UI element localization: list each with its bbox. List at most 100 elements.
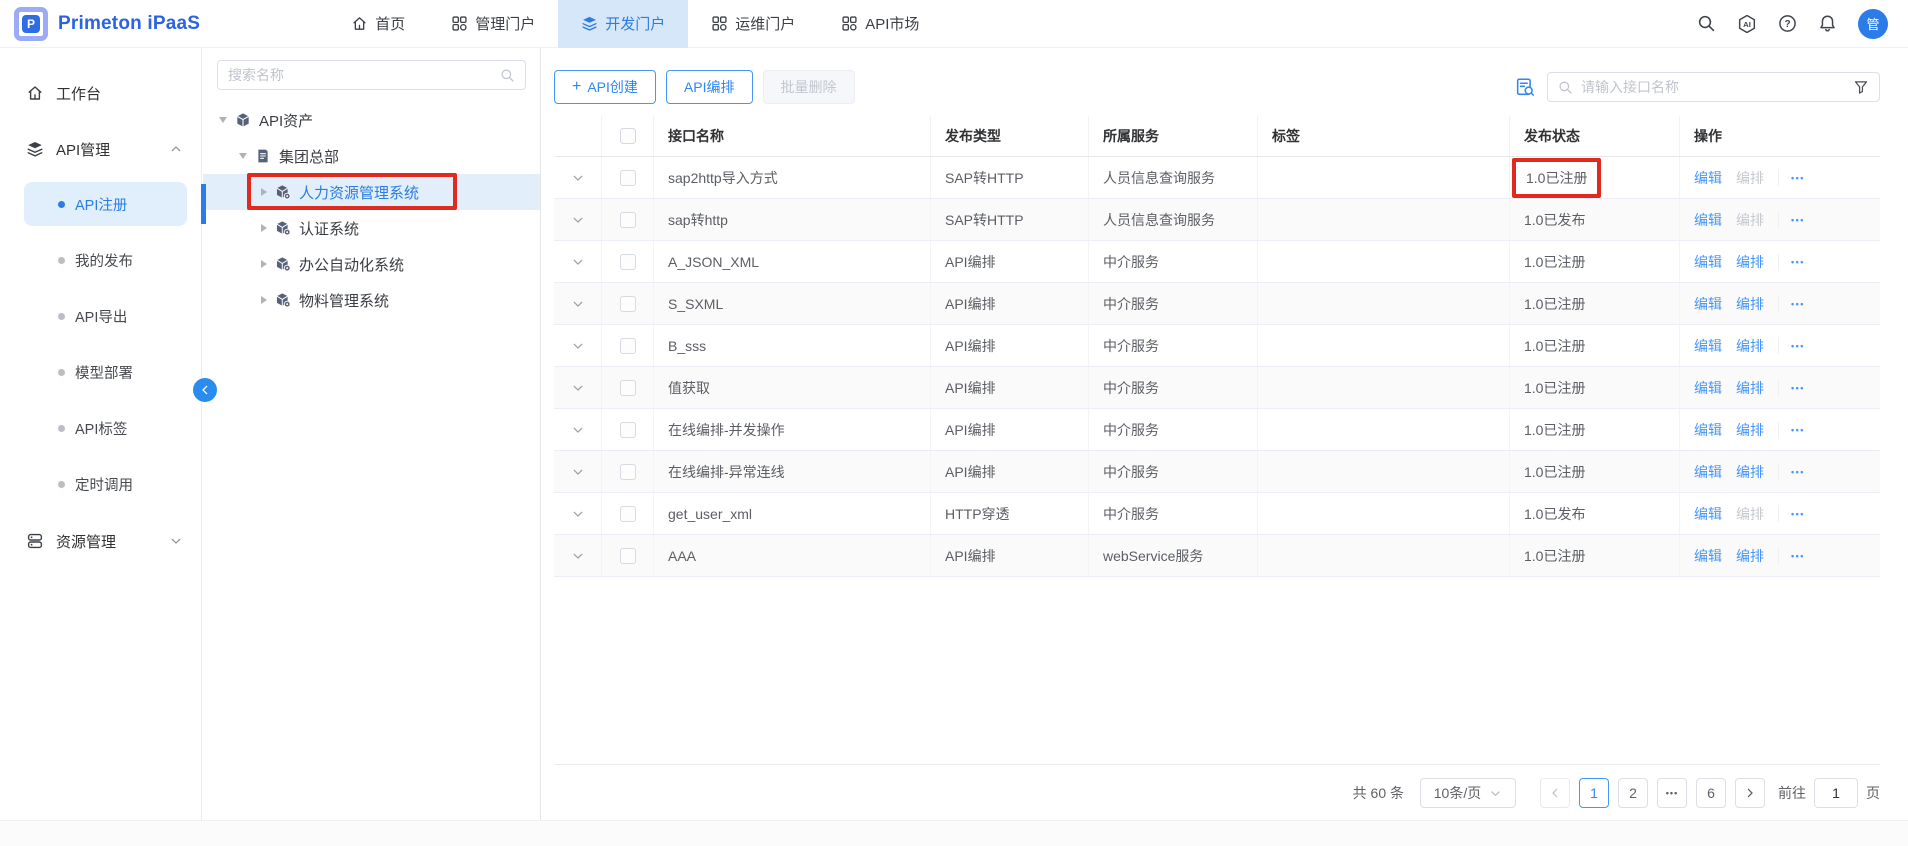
- api-search-input[interactable]: [1581, 79, 1845, 95]
- tree-search-input[interactable]: [228, 67, 500, 83]
- sidebar-item-api-management[interactable]: API管理: [0, 126, 201, 172]
- row-expand-chevron[interactable]: [571, 381, 585, 395]
- row-checkbox[interactable]: [620, 170, 636, 186]
- more-actions-button[interactable]: •••: [1791, 341, 1805, 351]
- nav-ops-portal[interactable]: 运维门户: [688, 0, 818, 48]
- caret-right-icon[interactable]: [261, 260, 267, 268]
- search-icon[interactable]: [1697, 14, 1716, 33]
- more-actions-button[interactable]: •••: [1791, 509, 1805, 519]
- page-number-button[interactable]: 2: [1618, 778, 1648, 808]
- more-actions-button[interactable]: •••: [1791, 215, 1805, 225]
- edit-link[interactable]: 编辑: [1694, 210, 1722, 230]
- caret-right-icon[interactable]: [261, 224, 267, 232]
- orchestrate-link[interactable]: 编排: [1736, 504, 1764, 524]
- more-actions-button[interactable]: •••: [1791, 173, 1805, 183]
- edit-link[interactable]: 编辑: [1694, 420, 1722, 440]
- tree-node-group-hq[interactable]: 集团总部: [203, 138, 540, 174]
- sidebar-item-api-register[interactable]: API注册: [0, 182, 201, 226]
- tree-node-oa-system[interactable]: 办公自动化系统: [203, 246, 540, 282]
- sidebar-item-my-publish[interactable]: 我的发布: [0, 238, 201, 282]
- more-actions-button[interactable]: •••: [1791, 425, 1805, 435]
- row-checkbox[interactable]: [620, 254, 636, 270]
- notifications-icon[interactable]: [1818, 14, 1837, 33]
- more-actions-button[interactable]: •••: [1791, 383, 1805, 393]
- row-expand-chevron[interactable]: [571, 339, 585, 353]
- help-icon[interactable]: [1778, 14, 1797, 33]
- edit-link[interactable]: 编辑: [1694, 504, 1722, 524]
- goto-page-input[interactable]: [1814, 778, 1858, 808]
- tree-node-material-system[interactable]: 物料管理系统: [203, 282, 540, 318]
- advanced-search-icon[interactable]: [1515, 77, 1535, 97]
- row-checkbox[interactable]: [620, 296, 636, 312]
- row-checkbox[interactable]: [620, 422, 636, 438]
- sidebar-item-resource-management[interactable]: 资源管理: [0, 518, 201, 564]
- nav-home[interactable]: 首页: [328, 0, 428, 48]
- row-expand-chevron[interactable]: [571, 465, 585, 479]
- api-create-button[interactable]: + API创建: [554, 70, 656, 104]
- sidebar-item-scheduled-call[interactable]: 定时调用: [0, 462, 201, 506]
- row-checkbox[interactable]: [620, 380, 636, 396]
- nav-api-market[interactable]: API市场: [818, 0, 942, 48]
- filter-funnel-icon[interactable]: [1853, 79, 1869, 95]
- orchestrate-link[interactable]: 编排: [1736, 378, 1764, 398]
- select-all-checkbox[interactable]: [620, 128, 636, 144]
- orchestrate-link[interactable]: 编排: [1736, 168, 1764, 188]
- edit-link[interactable]: 编辑: [1694, 462, 1722, 482]
- edit-link[interactable]: 编辑: [1694, 546, 1722, 566]
- ai-assistant-icon[interactable]: [1737, 14, 1757, 34]
- row-expand-chevron[interactable]: [571, 255, 585, 269]
- edit-link[interactable]: 编辑: [1694, 336, 1722, 356]
- orchestrate-link[interactable]: 编排: [1736, 252, 1764, 272]
- nav-admin-portal[interactable]: 管理门户: [428, 0, 558, 48]
- user-avatar[interactable]: 管: [1858, 9, 1888, 39]
- page-size-select[interactable]: 10条/页: [1420, 778, 1516, 808]
- row-checkbox[interactable]: [620, 506, 636, 522]
- caret-right-icon[interactable]: [261, 296, 267, 304]
- orchestrate-link[interactable]: 编排: [1736, 336, 1764, 356]
- search-icon[interactable]: [500, 68, 515, 83]
- caret-down-icon[interactable]: [239, 153, 247, 159]
- tree-node-hr-system[interactable]: 人力资源管理系统: [203, 174, 540, 210]
- sidebar-item-model-deploy[interactable]: 模型部署: [0, 350, 201, 394]
- api-orchestrate-button[interactable]: API编排: [666, 70, 753, 104]
- app-logo[interactable]: P Primeton iPaaS: [14, 7, 200, 41]
- row-checkbox[interactable]: [620, 548, 636, 564]
- orchestrate-link[interactable]: 编排: [1736, 294, 1764, 314]
- orchestrate-link[interactable]: 编排: [1736, 210, 1764, 230]
- more-actions-button[interactable]: •••: [1791, 299, 1805, 309]
- row-checkbox[interactable]: [620, 212, 636, 228]
- row-checkbox[interactable]: [620, 464, 636, 480]
- batch-delete-button[interactable]: 批量删除: [763, 70, 855, 104]
- row-expand-chevron[interactable]: [571, 549, 585, 563]
- page-number-button[interactable]: 1: [1579, 778, 1609, 808]
- sidebar-item-api-tags[interactable]: API标签: [0, 406, 201, 450]
- orchestrate-link[interactable]: 编排: [1736, 420, 1764, 440]
- row-expand-chevron[interactable]: [571, 507, 585, 521]
- edit-link[interactable]: 编辑: [1694, 378, 1722, 398]
- row-expand-chevron[interactable]: [571, 171, 585, 185]
- edit-link[interactable]: 编辑: [1694, 252, 1722, 272]
- prev-page-button[interactable]: [1540, 778, 1570, 808]
- page-number-button[interactable]: •••: [1657, 778, 1687, 808]
- page-number-button[interactable]: 6: [1696, 778, 1726, 808]
- caret-down-icon[interactable]: [219, 117, 227, 123]
- nav-dev-portal[interactable]: 开发门户: [558, 0, 688, 48]
- row-expand-chevron[interactable]: [571, 423, 585, 437]
- edit-link[interactable]: 编辑: [1694, 168, 1722, 188]
- edit-link[interactable]: 编辑: [1694, 294, 1722, 314]
- row-expand-chevron[interactable]: [571, 213, 585, 227]
- next-page-button[interactable]: [1735, 778, 1765, 808]
- more-actions-button[interactable]: •••: [1791, 551, 1805, 561]
- orchestrate-link[interactable]: 编排: [1736, 546, 1764, 566]
- sidebar-item-api-export[interactable]: API导出: [0, 294, 201, 338]
- tree-node-api-assets[interactable]: API资产: [203, 102, 540, 138]
- sidebar-item-workbench[interactable]: 工作台: [0, 70, 201, 116]
- caret-right-icon[interactable]: [261, 188, 267, 196]
- row-checkbox[interactable]: [620, 338, 636, 354]
- more-actions-button[interactable]: •••: [1791, 257, 1805, 267]
- orchestrate-link[interactable]: 编排: [1736, 462, 1764, 482]
- more-actions-button[interactable]: •••: [1791, 467, 1805, 477]
- tree-node-auth-system[interactable]: 认证系统: [203, 210, 540, 246]
- row-expand-chevron[interactable]: [571, 297, 585, 311]
- sidebar-collapse-button[interactable]: [193, 378, 217, 402]
